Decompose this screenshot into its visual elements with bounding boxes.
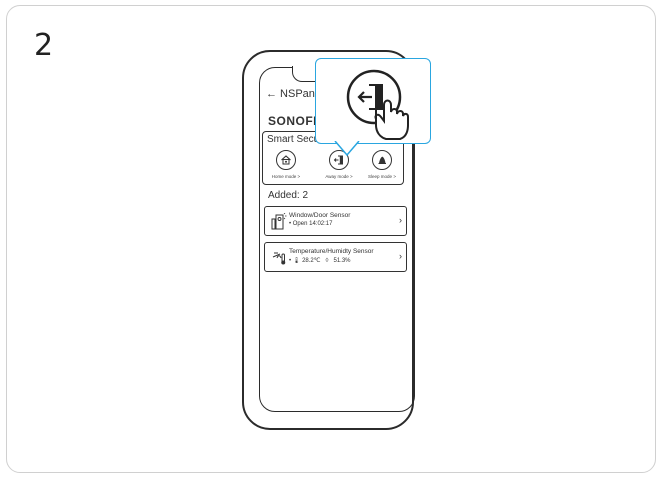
sensor-readings: • 🌡︎ 28.2℃ ◊ 51.3%	[289, 257, 351, 264]
chevron-right-icon: ›	[399, 215, 402, 225]
chevron-right-icon: ›	[399, 251, 402, 261]
away-mode-label[interactable]: Away mode >	[319, 174, 359, 179]
sensor-name: Window/Door Sensor	[289, 212, 351, 219]
sensor-status: • Open 14:02:17	[289, 221, 333, 227]
sensor-name: Temperature/Humidty Sensor	[289, 248, 374, 255]
callout-tail	[334, 141, 360, 157]
sleep-icon	[378, 156, 386, 164]
sensor-card-window-door[interactable]: Window/Door Sensor • Open 14:02:17 ›	[264, 206, 407, 236]
home-icon	[281, 155, 291, 165]
home-mode-label[interactable]: Home mode >	[266, 174, 306, 179]
temp-humidity-icon	[272, 252, 286, 265]
bullet-dot: •	[289, 258, 292, 264]
added-count: Added: 2	[268, 190, 309, 201]
door-sensor-icon	[271, 213, 287, 230]
humidity-value: 51.3%	[333, 258, 351, 264]
home-mode-button[interactable]	[276, 150, 296, 170]
back-header[interactable]: ← NSPane	[266, 88, 321, 100]
brand-logo: SONOFF	[268, 114, 321, 128]
sleep-mode-button[interactable]	[372, 150, 392, 170]
zoom-callout-art	[346, 69, 409, 140]
step-number: 2	[34, 28, 54, 63]
humidity-drop-icon: ◊	[325, 258, 329, 264]
zoom-callout	[315, 58, 431, 144]
temperature-value: 28.2℃	[302, 258, 321, 264]
sensor-card-temp-humidity[interactable]: Temperature/Humidty Sensor • 🌡︎ 28.2℃ ◊ …	[264, 242, 407, 272]
thermometer-icon: 🌡︎	[292, 258, 301, 264]
sleep-mode-label[interactable]: Sleep mode >	[362, 174, 402, 179]
